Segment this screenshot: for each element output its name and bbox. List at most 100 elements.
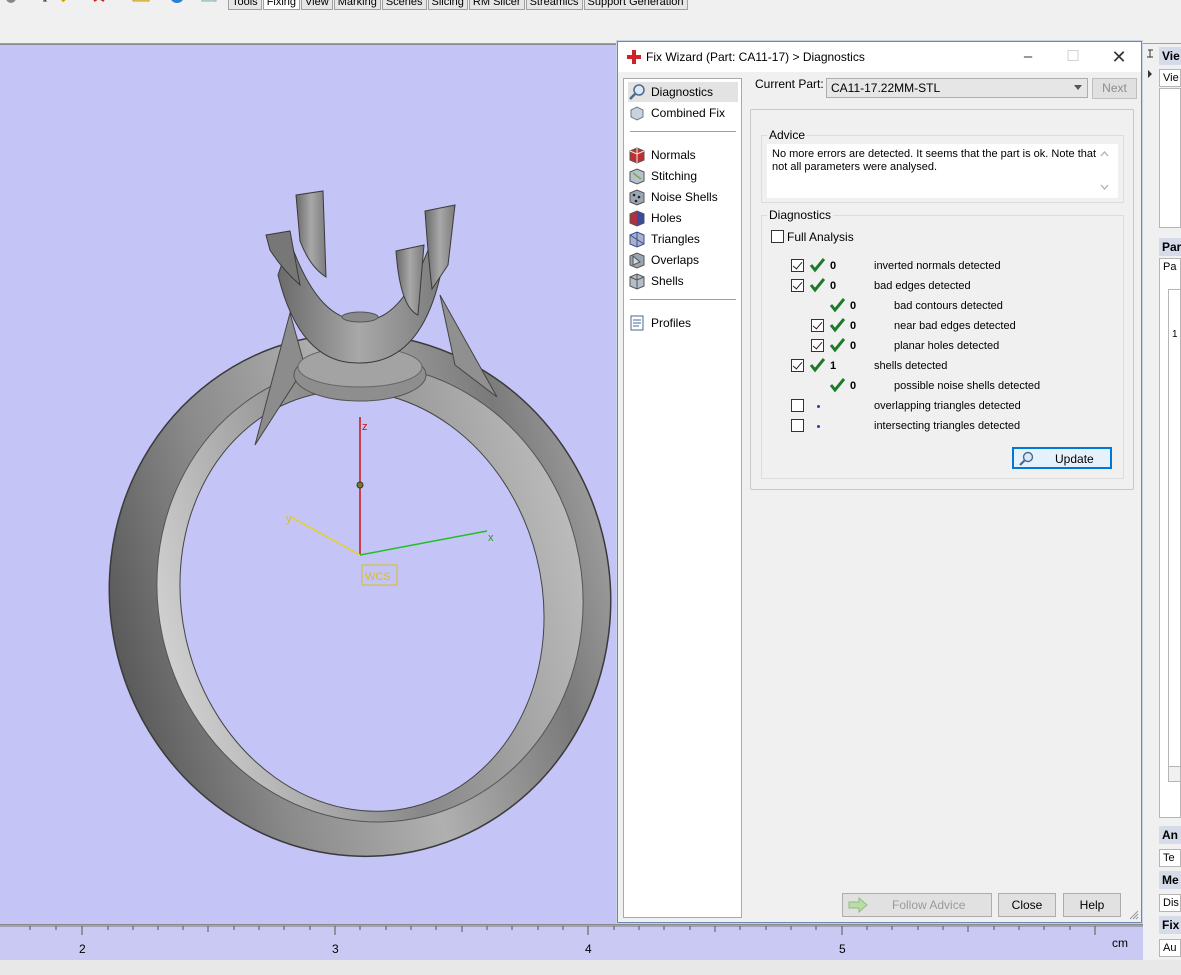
bad-contours-count: 0 <box>850 300 857 312</box>
tab-marking[interactable]: Marking <box>333 0 381 10</box>
nav-item-normals[interactable]: Normals <box>628 145 738 165</box>
nav-item-triangles[interactable]: Triangles <box>628 229 738 249</box>
planar-holes-count: 0 <box>850 340 857 352</box>
nav-item-holes[interactable]: Holes <box>628 208 738 228</box>
combined-fix-icon <box>630 106 644 121</box>
current-part-label: Current Part: <box>755 77 824 91</box>
view-panel-body <box>1159 88 1181 228</box>
arrow-icon[interactable] <box>38 0 52 7</box>
close-window-button[interactable]: ✕ <box>1101 46 1137 68</box>
fix-panel-header[interactable]: Fix <box>1159 916 1181 934</box>
pencil-icon[interactable] <box>60 0 74 7</box>
3d-viewport[interactable]: z x y WCS <box>0 44 618 924</box>
magnifier-icon <box>1019 451 1034 466</box>
nav-item-diagnostics[interactable]: Diagnostics <box>628 82 738 102</box>
analysis-panel-header[interactable]: An <box>1159 826 1181 844</box>
tab-fixing[interactable]: Fixing <box>262 0 301 10</box>
check-ok-icon <box>809 358 825 373</box>
tab-streamics[interactable]: Streamics <box>525 0 583 10</box>
ring-model[interactable]: z x y WCS <box>0 45 618 924</box>
bad-edges-count: 0 <box>830 280 837 292</box>
nav-item-profiles[interactable]: Profiles <box>628 313 738 333</box>
check-ok-icon <box>809 258 825 273</box>
parts-scrollbar[interactable] <box>1168 766 1181 782</box>
next-button[interactable]: Next <box>1092 78 1137 99</box>
noise-shells-icon <box>629 189 645 206</box>
ruler: 2 3 4 5 cm <box>0 924 1156 960</box>
not-analysed-dot-icon <box>817 425 820 428</box>
shells-count: 1 <box>830 360 837 372</box>
measure-panel-field[interactable]: Dis <box>1159 894 1181 912</box>
update-label: Update <box>1055 452 1094 466</box>
noise-shells-label: possible noise shells detected <box>894 380 1041 392</box>
analysis-panel-field[interactable]: Te <box>1159 849 1181 867</box>
overlapping-triangles-label: overlapping triangles detected <box>874 400 1021 412</box>
ribbon-tabs: Tools Fixing View Marking Scenes Slicing… <box>228 0 689 10</box>
ruler-tick-2: 2 <box>79 942 86 956</box>
dialog-titlebar[interactable]: Fix Wizard (Part: CA11-17) > Diagnostics… <box>618 42 1141 72</box>
near-bad-edges-label: near bad edges detected <box>894 320 1016 332</box>
tab-rm-slicer[interactable]: RM Slicer <box>468 0 525 10</box>
maximize-button[interactable]: ☐ <box>1055 46 1091 68</box>
tab-slicing[interactable]: Slicing <box>427 0 468 10</box>
minimize-button[interactable]: – <box>1010 46 1046 68</box>
near-bad-edges-checkbox[interactable] <box>811 319 824 332</box>
window-icon[interactable] <box>200 0 217 7</box>
shells-checkbox[interactable] <box>791 359 804 372</box>
bad-contours-label: bad contours detected <box>894 300 1003 312</box>
close-button[interactable]: Close <box>998 893 1056 917</box>
nav-item-stitching[interactable]: Stitching <box>628 166 738 186</box>
dialog-title: Fix Wizard (Part: CA11-17) > Diagnostics <box>646 50 865 64</box>
advice-title: Advice <box>767 128 808 142</box>
pin-icon[interactable] <box>1145 48 1155 78</box>
fix-wizard-cross-icon <box>627 50 641 64</box>
shells-label: shells detected <box>874 360 948 372</box>
nav-item-combined-fix[interactable]: Combined Fix <box>628 103 738 123</box>
update-button[interactable]: Update <box>1012 447 1112 469</box>
diagnostics-title: Diagnostics <box>767 208 834 222</box>
full-analysis-checkbox[interactable] <box>771 230 784 243</box>
parts-panel-header[interactable]: Par <box>1159 238 1181 256</box>
globe-icon[interactable] <box>168 0 183 7</box>
intersecting-triangles-label: intersecting triangles detected <box>874 420 1021 432</box>
stitching-icon <box>629 168 645 185</box>
tab-view[interactable]: View <box>301 0 333 10</box>
current-part-select[interactable]: CA11-17.22MM-STL <box>826 78 1088 98</box>
planar-holes-checkbox[interactable] <box>811 339 824 352</box>
tab-tools[interactable]: Tools <box>228 0 262 10</box>
wcs-label: WCS <box>365 571 391 583</box>
view-panel-field[interactable]: Vie <box>1159 69 1181 87</box>
tab-support-generation[interactable]: Support Generation <box>583 0 688 10</box>
right-dock-panel: Vie Vie Par Pa 1 An Te Me Dis Fix Au <box>1143 44 1181 960</box>
bad-edges-checkbox[interactable] <box>791 279 804 292</box>
measure-panel-header[interactable]: Me <box>1159 871 1181 889</box>
check-ok-icon <box>829 338 845 353</box>
parts-panel-field: Pa <box>1163 261 1177 273</box>
quick-access-toolbar <box>0 0 226 10</box>
delete-icon[interactable] <box>92 0 106 7</box>
fix-panel-field[interactable]: Au <box>1159 939 1181 957</box>
follow-advice-button[interactable]: Follow Advice <box>842 893 992 917</box>
inverted-normals-checkbox[interactable] <box>791 259 804 272</box>
nav-item-overlaps[interactable]: Overlaps <box>628 250 738 270</box>
overlapping-triangles-checkbox[interactable] <box>791 399 804 412</box>
tab-scenes[interactable]: Scenes <box>381 0 427 10</box>
nav-item-noise-shells[interactable]: Noise Shells <box>628 187 738 207</box>
ruler-unit: cm <box>1112 936 1128 950</box>
check-ok-icon <box>809 278 825 293</box>
chevron-down-icon <box>1074 85 1082 90</box>
not-analysed-dot-icon <box>817 405 820 408</box>
parts-list[interactable] <box>1168 289 1181 781</box>
nav-separator <box>630 299 736 300</box>
view-panel-header[interactable]: Vie <box>1159 47 1181 65</box>
resize-grip-icon[interactable] <box>1129 910 1139 920</box>
noise-shells-count: 0 <box>850 380 857 392</box>
help-button[interactable]: Help <box>1063 893 1121 917</box>
folder-icon[interactable] <box>132 0 150 7</box>
app-icon[interactable] <box>4 0 18 7</box>
inverted-normals-count: 0 <box>830 260 837 272</box>
intersecting-triangles-checkbox[interactable] <box>791 419 804 432</box>
nav-item-shells[interactable]: Shells <box>628 271 738 291</box>
shells-icon <box>629 273 645 290</box>
advice-scrollbar[interactable] <box>1096 147 1113 194</box>
